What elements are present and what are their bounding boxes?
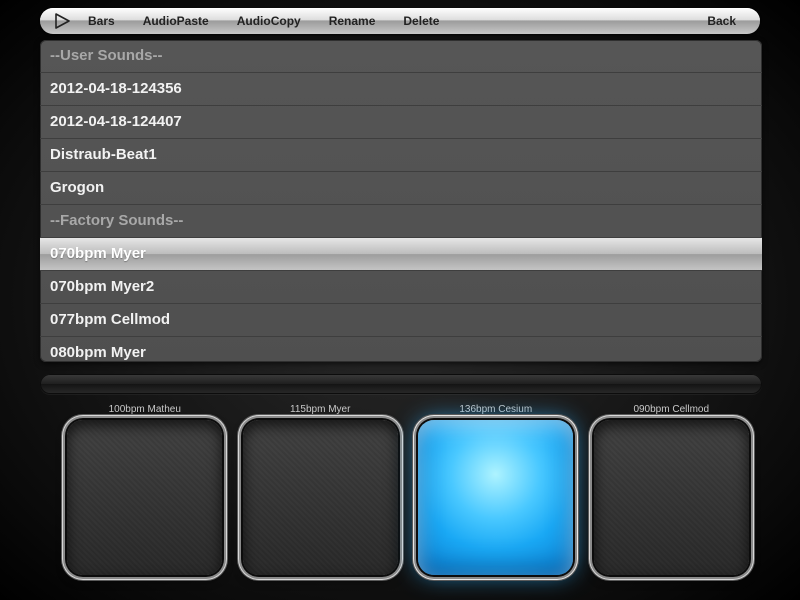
toolbar-left: Bars AudioPaste AudioCopy Rename Delete [50,8,453,34]
list-item[interactable]: 070bpm Myer2 [40,271,762,304]
toolbar: Bars AudioPaste AudioCopy Rename Delete … [40,8,760,34]
bars-button[interactable]: Bars [74,8,129,34]
list-item[interactable]: 2012-04-18-124407 [40,106,762,139]
back-button[interactable]: Back [693,8,750,34]
pad-label: 115bpm Myer [290,404,350,416]
list-item[interactable]: 080bpm Myer [40,337,762,362]
pad-label: 136bpm Cesium [459,404,532,416]
list-item[interactable]: Grogon [40,172,762,205]
list-header-factory: --Factory Sounds-- [40,205,762,238]
pad-slot-3: 136bpm Cesium [417,404,575,575]
audiocopy-button[interactable]: AudioCopy [223,8,315,34]
play-icon[interactable] [50,11,74,31]
pad-slot-2: 115bpm Myer [242,404,400,575]
pad-row: 100bpm Matheu 115bpm Myer 136bpm Cesium … [66,404,750,575]
pad-4[interactable] [594,420,749,575]
rename-button[interactable]: Rename [315,8,390,34]
pad-label: 100bpm Matheu [109,404,181,416]
sound-list: --User Sounds-- 2012-04-18-124356 2012-0… [40,40,762,362]
pad-1[interactable] [67,420,222,575]
list-item[interactable]: 077bpm Cellmod [40,304,762,337]
pad-label: 090bpm Cellmod [633,404,709,416]
divider-bar [40,374,762,394]
pad-3[interactable] [418,420,573,575]
pad-slot-4: 090bpm Cellmod [593,404,751,575]
pad-slot-1: 100bpm Matheu [66,404,224,575]
delete-button[interactable]: Delete [389,8,453,34]
list-item[interactable]: Distraub-Beat1 [40,139,762,172]
list-item-selected[interactable]: 070bpm Myer [40,238,762,271]
list-header-user: --User Sounds-- [40,40,762,73]
pad-2[interactable] [243,420,398,575]
audiopaste-button[interactable]: AudioPaste [129,8,223,34]
list-item[interactable]: 2012-04-18-124356 [40,73,762,106]
